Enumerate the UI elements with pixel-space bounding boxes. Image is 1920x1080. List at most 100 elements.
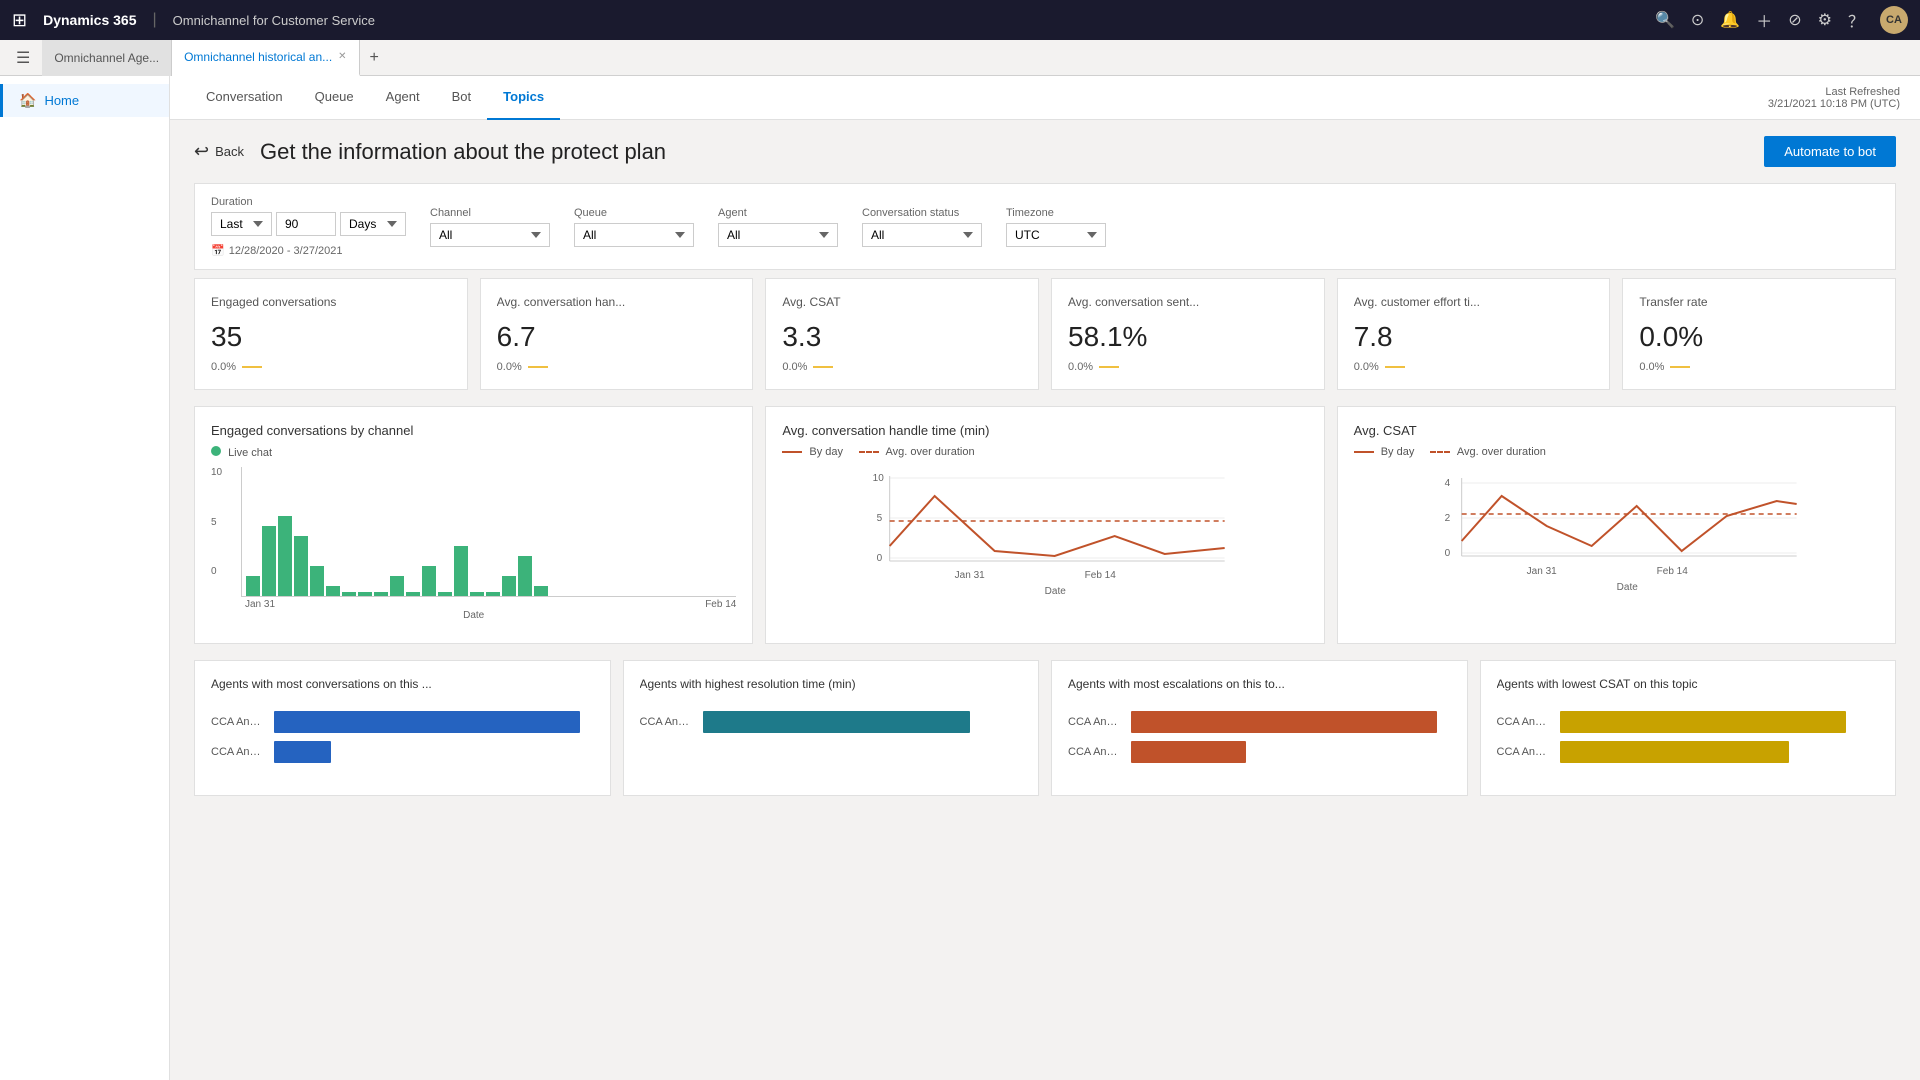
channel-filter: Channel All — [430, 207, 550, 247]
chart-area: 4 2 0 Jan 31 — [1354, 466, 1879, 626]
add-icon[interactable]: ＋ — [1756, 8, 1772, 32]
bar-label: CCA Anal... — [1497, 716, 1552, 728]
back-button[interactable]: ↩ Back — [194, 141, 244, 162]
bar — [246, 576, 260, 596]
x-label-jan31: Jan 31 — [245, 599, 275, 610]
bar — [390, 576, 404, 596]
bar — [470, 592, 484, 596]
bar-chart-container — [241, 467, 736, 597]
trend-dash — [813, 366, 833, 368]
automate-to-bot-button[interactable]: Automate to bot — [1764, 136, 1896, 167]
bar — [486, 592, 500, 596]
filter-icon[interactable]: ⊘ — [1788, 10, 1801, 30]
secondary-nav: Conversation Queue Agent Bot Topics Last… — [170, 76, 1920, 120]
brand-name: Dynamics 365 — [43, 12, 136, 28]
tab-agent[interactable]: Agent — [370, 76, 436, 120]
channel-select[interactable]: All — [430, 223, 550, 247]
tab-omnichannel-historical[interactable]: Omnichannel historical an... ✕ — [172, 40, 359, 76]
bar — [454, 546, 468, 596]
search-icon[interactable]: 🔍 — [1655, 10, 1675, 30]
kpi-footer: 0.0% — [497, 361, 737, 373]
bar-label: CCA Anal... — [211, 746, 266, 758]
legend-line — [1354, 451, 1374, 453]
avatar[interactable]: CA — [1880, 6, 1908, 34]
notification-icon[interactable]: 🔔 — [1720, 10, 1740, 30]
kpi-avg-sentiment: Avg. conversation sent... 58.1% 0.0% — [1051, 278, 1325, 390]
help-icon[interactable]: ？ — [1848, 8, 1864, 32]
horiz-bars: CCA Anal... CCA Anal... — [211, 703, 594, 779]
hamburger-icon[interactable]: ☰ — [8, 44, 38, 72]
bar-row: CCA Anal... — [1068, 711, 1451, 733]
close-icon[interactable]: ✕ — [338, 51, 346, 62]
legend-dot — [211, 446, 221, 456]
tab-conversation[interactable]: Conversation — [190, 76, 299, 120]
svg-text:Feb 14: Feb 14 — [1085, 570, 1117, 581]
line-chart-svg: 4 2 0 Jan 31 — [1354, 466, 1879, 606]
svg-text:10: 10 — [873, 473, 885, 484]
queue-select[interactable]: All — [574, 223, 694, 247]
settings-icon[interactable]: ⚙ — [1818, 10, 1832, 30]
tab-queue[interactable]: Queue — [299, 76, 370, 120]
duration-type-select[interactable]: Last — [211, 212, 272, 236]
tab-omnichannel-age[interactable]: Omnichannel Age... — [42, 40, 172, 76]
app-grid-icon[interactable]: ⊞ — [12, 10, 27, 31]
bar-label: CCA Anal... — [1068, 716, 1123, 728]
horiz-bars: CCA Anal... CCA Anal... — [1497, 703, 1880, 779]
legend-dash — [1430, 451, 1450, 453]
queue-label: Queue — [574, 207, 694, 219]
avg-duration-legend: Avg. over duration — [1430, 446, 1546, 458]
bar — [422, 566, 436, 596]
svg-text:5: 5 — [877, 513, 883, 524]
kpi-customer-effort: Avg. customer effort ti... 7.8 0.0% — [1337, 278, 1611, 390]
page-title: Get the information about the protect pl… — [260, 139, 1764, 165]
kpi-value: 7.8 — [1354, 321, 1594, 353]
kpi-cards-row: Engaged conversations 35 0.0% Avg. conve… — [194, 278, 1896, 390]
chart-legend: By day Avg. over duration — [1354, 446, 1879, 458]
duration-input[interactable] — [276, 212, 336, 236]
chart-title: Avg. conversation handle time (min) — [782, 423, 1307, 438]
chart-title: Engaged conversations by channel — [211, 423, 736, 438]
tab-bar: ☰ Omnichannel Age... Omnichannel histori… — [0, 40, 1920, 76]
tab-bot[interactable]: Bot — [436, 76, 488, 120]
chart-area: 1050 — [211, 467, 736, 627]
agents-lowest-csat-chart: Agents with lowest CSAT on this topic CC… — [1480, 660, 1897, 796]
tab-topics[interactable]: Topics — [487, 76, 560, 120]
add-tab-icon[interactable]: + — [360, 49, 389, 67]
recent-icon[interactable]: ⊙ — [1691, 10, 1704, 30]
conv-status-select[interactable]: All — [862, 223, 982, 247]
duration-filter: Duration Last Days 📅 12/28/2020 - 3/27/2… — [211, 196, 406, 257]
chart-legend: Live chat — [211, 446, 736, 459]
bar — [518, 556, 532, 596]
timezone-select[interactable]: UTC — [1006, 223, 1106, 247]
svg-text:0: 0 — [877, 553, 883, 564]
bar — [274, 741, 331, 763]
svg-text:Date: Date — [1045, 586, 1067, 597]
duration-unit-select[interactable]: Days — [340, 212, 406, 236]
bar — [703, 711, 971, 733]
bar — [438, 592, 452, 596]
chart-legend: By day Avg. over duration — [782, 446, 1307, 458]
queue-filter: Queue All — [574, 207, 694, 247]
bar — [1560, 711, 1847, 733]
sidebar-item-label: Home — [44, 93, 79, 108]
kpi-engaged-conversations: Engaged conversations 35 0.0% — [194, 278, 468, 390]
chart-title: Avg. CSAT — [1354, 423, 1879, 438]
agent-select[interactable]: All — [718, 223, 838, 247]
tab-label: Omnichannel historical an... — [184, 50, 332, 64]
kpi-footer: 0.0% — [1639, 361, 1879, 373]
kpi-value: 0.0% — [1639, 321, 1879, 353]
kpi-title: Avg. CSAT — [782, 295, 1022, 309]
bar-row: CCA Anal... — [211, 711, 594, 733]
bar — [310, 566, 324, 596]
kpi-title: Avg. conversation han... — [497, 295, 737, 309]
kpi-avg-handle-time: Avg. conversation han... 6.7 0.0% — [480, 278, 754, 390]
bar-label: CCA Anal... — [640, 716, 695, 728]
kpi-title: Avg. customer effort ti... — [1354, 295, 1594, 309]
kpi-value: 3.3 — [782, 321, 1022, 353]
conversation-status-filter: Conversation status All — [862, 207, 982, 247]
legend-dash — [859, 451, 879, 453]
bar — [262, 526, 276, 596]
bar — [326, 586, 340, 596]
sidebar-item-home[interactable]: 🏠 Home — [0, 84, 169, 117]
date-range: 📅 12/28/2020 - 3/27/2021 — [211, 244, 406, 257]
